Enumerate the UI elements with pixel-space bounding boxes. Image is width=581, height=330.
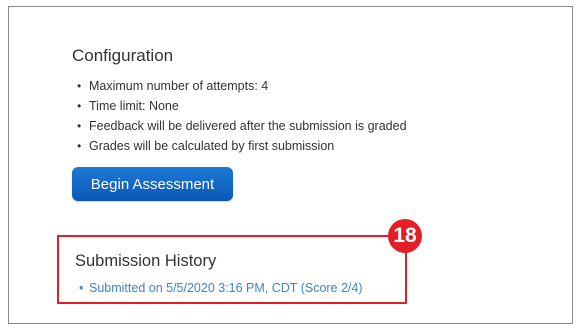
step-number-badge: 18: [388, 219, 422, 253]
bullet-icon: •: [79, 281, 84, 295]
submission-link[interactable]: Submitted on 5/5/2020 3:16 PM, CDT (Scor…: [89, 281, 363, 295]
config-item-time-limit: • Time limit: None: [74, 96, 407, 116]
config-item-feedback: • Feedback will be delivered after the su…: [74, 116, 407, 136]
config-item-label: Maximum number of attempts: 4: [89, 79, 269, 93]
submission-history-entry: • Submitted on 5/5/2020 3:16 PM, CDT (Sc…: [79, 281, 363, 295]
config-item-label: Feedback will be delivered after the sub…: [89, 119, 407, 133]
config-item-label: Grades will be calculated by first submi…: [89, 139, 335, 153]
config-item-max-attempts: • Maximum number of attempts: 4: [74, 76, 407, 96]
begin-assessment-button[interactable]: Begin Assessment: [72, 167, 233, 201]
bullet-icon: •: [77, 139, 82, 153]
bullet-icon: •: [77, 99, 82, 113]
configuration-list: • Maximum number of attempts: 4 • Time lim…: [74, 76, 407, 156]
bullet-icon: •: [77, 119, 82, 133]
config-item-grades: • Grades will be calculated by first subm…: [74, 136, 407, 156]
submission-history-heading: Submission History: [75, 252, 217, 270]
configuration-heading: Configuration: [72, 46, 174, 65]
bullet-icon: •: [77, 79, 82, 93]
config-item-label: Time limit: None: [89, 99, 179, 113]
